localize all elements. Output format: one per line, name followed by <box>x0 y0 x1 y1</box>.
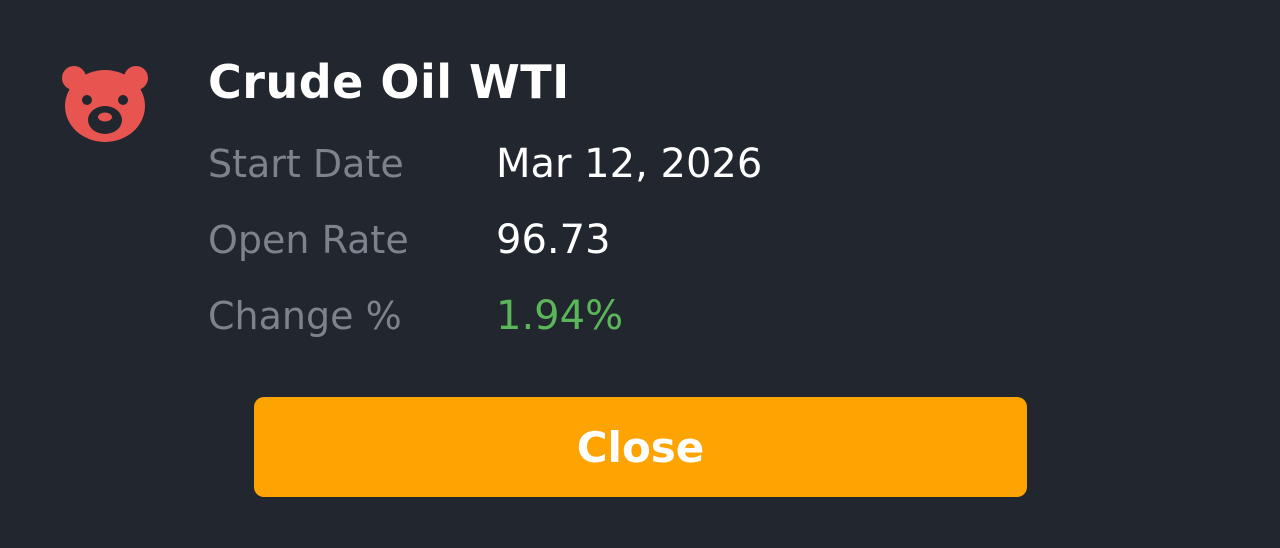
change-percent-value: 1.94% <box>496 293 624 339</box>
open-rate-value: 96.73 <box>496 217 611 263</box>
close-button-label: Close <box>576 422 705 472</box>
trade-details-dialog: Crude Oil WTI Start Date Mar 12, 2026 Op… <box>0 0 1280 548</box>
start-date-value: Mar 12, 2026 <box>496 141 763 187</box>
open-rate-label: Open Rate <box>208 218 409 262</box>
bear-icon <box>62 66 148 142</box>
close-button[interactable]: Close <box>254 397 1027 497</box>
instrument-name: Crude Oil WTI <box>208 55 570 109</box>
change-percent-label: Change % <box>208 294 402 338</box>
start-date-label: Start Date <box>208 142 404 186</box>
